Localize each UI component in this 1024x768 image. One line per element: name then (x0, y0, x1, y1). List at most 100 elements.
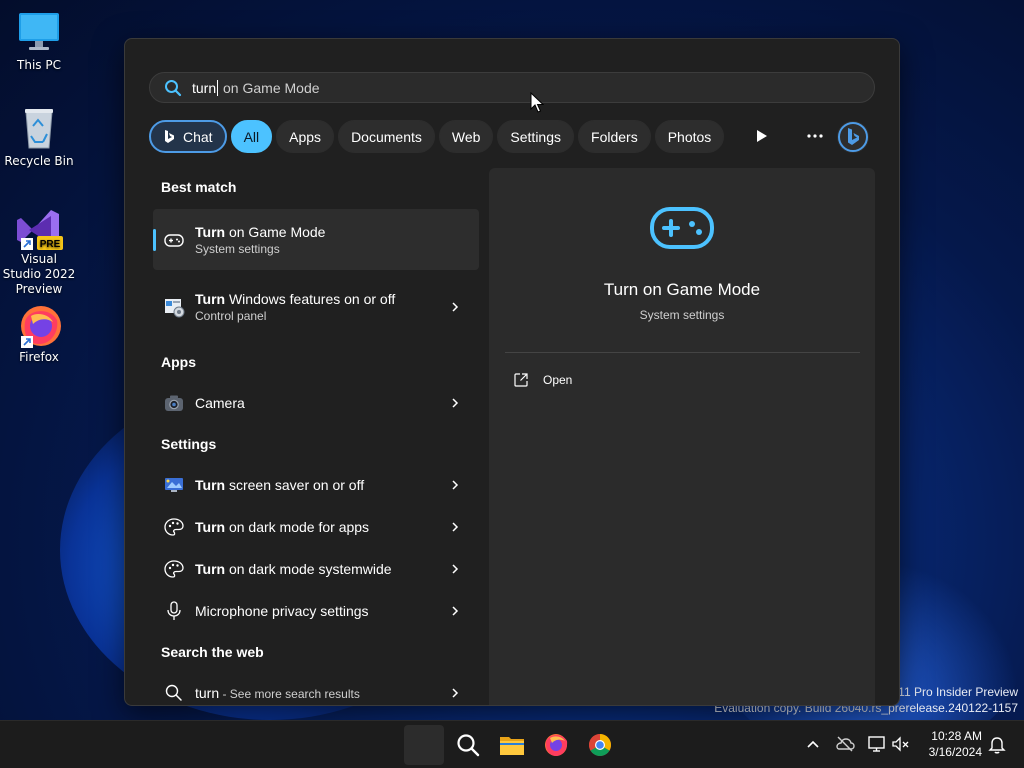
result-bold-term: Turn (195, 477, 226, 493)
scroll-filters-play-icon[interactable] (749, 124, 773, 148)
desktop-icon-label: Recycle Bin (4, 154, 74, 168)
taskbar-search-button[interactable] (448, 725, 488, 765)
chevron-right-icon[interactable] (449, 521, 461, 533)
gamepad-icon (650, 207, 714, 249)
chevron-right-icon[interactable] (449, 605, 461, 617)
result-web-search[interactable]: turn - See more search results (153, 679, 479, 705)
section-settings: Settings (161, 436, 217, 452)
desktop-icon-firefox[interactable]: Firefox (1, 302, 77, 365)
result-title: Microphone privacy settings (195, 603, 369, 619)
result-dark-mode-apps[interactable]: Turn on dark mode for apps (153, 513, 479, 541)
search-icon (457, 734, 480, 757)
network-icon[interactable] (866, 733, 888, 755)
notification-bell-icon[interactable] (986, 733, 1008, 755)
search-box[interactable]: turn on Game Mode (149, 72, 875, 103)
preview-title: Turn on Game Mode (603, 280, 761, 299)
filter-documents-label: Documents (351, 128, 422, 145)
bing-chat-icon (165, 129, 174, 143)
section-apps: Apps (161, 354, 196, 370)
taskbar-file-explorer[interactable] (492, 725, 532, 765)
more-options-icon[interactable] (803, 124, 827, 148)
result-screen-saver[interactable]: Turn screen saver on or off (153, 471, 479, 499)
result-subtitle: Control panel (195, 309, 267, 323)
monitor-icon (17, 10, 61, 54)
mouse-cursor-icon (530, 92, 544, 113)
result-subtitle: System settings (195, 241, 280, 256)
result-microphone-privacy[interactable]: Microphone privacy settings (153, 597, 479, 625)
onedrive-offline-icon[interactable] (834, 733, 856, 755)
desktop-icon-recycle-bin[interactable]: Recycle Bin (1, 106, 77, 169)
filter-settings[interactable]: Settings (497, 120, 575, 153)
result-title-rest: screen saver on or off (225, 477, 365, 493)
taskbar-firefox[interactable] (536, 725, 576, 765)
volume-muted-icon[interactable] (890, 733, 912, 755)
gamepad-icon (164, 233, 184, 247)
preview-pane: Turn on Game Mode System settings Open (489, 168, 875, 705)
search-panel: turn on Game Mode Chat All Apps Document… (124, 38, 900, 706)
search-suggestion-text: on Game Mode (219, 79, 320, 96)
taskbar-start-button[interactable] (404, 725, 444, 765)
filter-photos-label: Photos (667, 128, 712, 145)
control-panel-icon (165, 299, 185, 318)
filter-chat-label: Chat (183, 128, 213, 145)
filter-web-label: Web (451, 128, 481, 145)
taskbar: 10:28 AM 3/16/2024 (0, 720, 1024, 768)
folder-icon (500, 737, 524, 755)
palette-icon (164, 518, 184, 536)
selection-accent (153, 229, 156, 251)
search-icon (165, 79, 182, 96)
filter-apps[interactable]: Apps (276, 120, 335, 153)
result-title-rest: on dark mode systemwide (225, 561, 392, 577)
desktop-icon-label: Firefox (19, 350, 59, 364)
text-caret (217, 79, 219, 96)
visual-studio-icon: PRE (17, 204, 63, 250)
chevron-right-icon[interactable] (449, 397, 461, 409)
result-bold-term: Turn (195, 561, 226, 577)
preview-subtitle: System settings (639, 308, 725, 322)
bing-button[interactable] (837, 121, 869, 153)
section-search-web: Search the web (161, 644, 264, 660)
chevron-right-icon[interactable] (449, 687, 461, 699)
recycle-bin-icon (17, 106, 61, 150)
firefox-icon (17, 302, 61, 348)
filter-chat[interactable]: Chat (149, 120, 227, 153)
desktop-icon-visual-studio[interactable]: PRE Visual Studio 2022 Preview (1, 204, 77, 297)
firefox-icon (545, 734, 568, 756)
result-title-rest: on dark mode for apps (225, 519, 370, 535)
taskbar-clock[interactable]: 10:28 AM 3/16/2024 (922, 728, 982, 760)
clock-time: 10:28 AM (931, 729, 982, 743)
search-typed-text: turn (192, 79, 217, 96)
pre-badge: PRE (40, 239, 61, 250)
web-search-hint: - See more search results (219, 687, 360, 701)
result-title-rest: on Game Mode (225, 223, 326, 240)
result-game-mode[interactable]: Turn on Game Mode System settings (153, 209, 479, 270)
chevron-right-icon[interactable] (449, 301, 461, 313)
clock-date: 3/16/2024 (928, 745, 982, 759)
filter-folders[interactable]: Folders (578, 120, 651, 153)
section-best-match: Best match (161, 179, 237, 195)
result-bold-term: Turn (195, 223, 226, 240)
taskbar-chrome[interactable] (580, 725, 620, 765)
chevron-right-icon[interactable] (449, 563, 461, 575)
filter-folders-label: Folders (591, 128, 638, 145)
desktop-icon-this-pc[interactable]: This PC (1, 10, 77, 73)
result-windows-features[interactable]: Turn Windows features on or off Control … (153, 281, 479, 333)
bing-icon (838, 122, 868, 152)
filter-photos[interactable]: Photos (654, 120, 725, 153)
filter-all[interactable]: All (230, 120, 273, 153)
open-action[interactable]: Open (513, 372, 572, 388)
microphone-icon (167, 601, 181, 620)
filter-settings-label: Settings (510, 128, 562, 145)
open-external-icon (514, 373, 528, 387)
result-camera[interactable]: Camera (153, 389, 479, 417)
chevron-right-icon[interactable] (449, 479, 461, 491)
filter-apps-label: Apps (289, 128, 322, 145)
result-bold-term: Turn (195, 291, 226, 307)
show-hidden-icons-chevron-up-icon[interactable] (802, 733, 824, 755)
chrome-icon (589, 734, 611, 756)
search-icon (165, 684, 182, 701)
result-title-rest: Windows features on or off (225, 291, 396, 307)
result-dark-mode-system[interactable]: Turn on dark mode systemwide (153, 555, 479, 583)
filter-documents[interactable]: Documents (338, 120, 435, 153)
filter-web[interactable]: Web (438, 120, 494, 153)
